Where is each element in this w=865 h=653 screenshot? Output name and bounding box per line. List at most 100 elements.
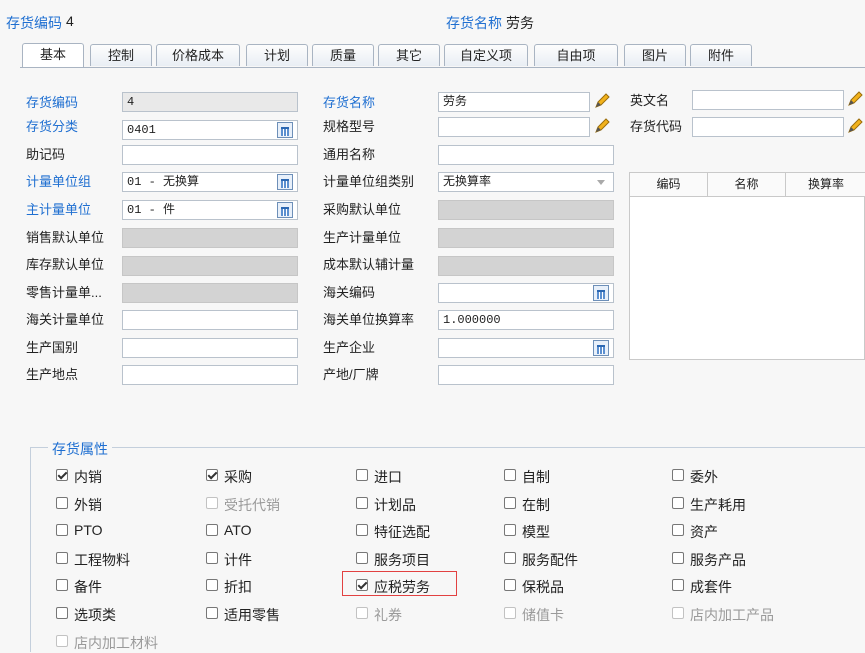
checkbox-label: PTO [74, 522, 103, 538]
checkbox-label: ATO [224, 522, 252, 538]
checkbox-box[interactable] [56, 497, 68, 509]
common-name-field[interactable] [438, 145, 614, 165]
checkbox-box[interactable] [504, 552, 516, 564]
checkbox-label: 在制 [522, 497, 550, 513]
tab-basic[interactable]: 基本 [22, 43, 84, 68]
mnemonic-field[interactable] [122, 145, 298, 165]
inv-name-label: 存货名称 [323, 95, 376, 110]
checkbox-box[interactable] [356, 469, 368, 481]
checkbox-box[interactable] [56, 524, 68, 536]
customs-code-label: 海关编码 [323, 285, 376, 300]
inv-alias-field[interactable] [692, 117, 844, 137]
stock-uom-field [122, 256, 298, 276]
english-name-label: 英文名 [630, 93, 670, 108]
uom-group-type-select[interactable]: 无换算率 [438, 172, 614, 192]
tab-plan[interactable]: 计划 [246, 44, 308, 66]
pencil-icon[interactable] [592, 116, 612, 136]
tab-control[interactable]: 控制 [90, 44, 152, 66]
grid-header-name[interactable]: 名称 [708, 173, 786, 197]
customs-code-ref-icon[interactable] [593, 285, 609, 301]
grid-header-code[interactable]: 编码 [630, 173, 708, 197]
english-name-field[interactable] [692, 90, 844, 110]
origin-country-label: 生产国别 [26, 340, 79, 355]
checkbox-box[interactable] [672, 469, 684, 481]
checkbox-label: 礼券 [374, 607, 402, 623]
customs-rate-field[interactable]: 1.000000 [438, 310, 614, 330]
pencil-icon[interactable] [592, 91, 612, 111]
tab-divider [20, 67, 865, 68]
checkbox-box[interactable] [56, 469, 68, 481]
brand-field[interactable] [438, 365, 614, 385]
prod-uom-field [438, 228, 614, 248]
checkbox-label: 折扣 [224, 579, 252, 595]
checkbox-label: 受托代销 [224, 497, 280, 513]
checkbox-box [356, 607, 368, 619]
checkbox-box[interactable] [356, 552, 368, 564]
tab-image[interactable]: 图片 [624, 44, 686, 66]
spec-field[interactable] [438, 117, 590, 137]
tab-custom-items[interactable]: 自定义项 [444, 44, 528, 66]
customs-rate-label: 海关单位换算率 [323, 312, 415, 327]
header-code-label: 存货编码 [6, 15, 62, 31]
checkbox-box[interactable] [206, 524, 218, 536]
producer-field[interactable] [438, 338, 614, 358]
inv-class-ref-icon[interactable] [277, 122, 293, 138]
checkbox-box[interactable] [206, 579, 218, 591]
checkbox-label: 店内加工材料 [74, 635, 158, 651]
checkbox-label: 成套件 [690, 579, 732, 595]
checkbox-box[interactable] [504, 469, 516, 481]
checkbox-box[interactable] [356, 497, 368, 509]
main-uom-ref-icon[interactable] [277, 202, 293, 218]
checkbox-label: 服务项目 [374, 552, 430, 568]
checkbox-label: 委外 [690, 469, 718, 485]
customs-uom-field[interactable] [122, 310, 298, 330]
checkbox-box[interactable] [672, 524, 684, 536]
inv-name-field[interactable]: 劳务 [438, 92, 590, 112]
inv-code-field[interactable]: 4 [122, 92, 298, 112]
grid-header-rate[interactable]: 换算率 [786, 173, 865, 197]
uom-group-ref-icon[interactable] [277, 174, 293, 190]
checkbox-box[interactable] [504, 497, 516, 509]
checkbox-box[interactable] [56, 607, 68, 619]
group-border [30, 447, 31, 652]
inv-class-field[interactable]: 0401 [122, 120, 298, 140]
inv-code-label: 存货编码 [26, 95, 79, 110]
checkbox-box[interactable] [56, 552, 68, 564]
checkbox-box[interactable] [206, 552, 218, 564]
conversion-grid[interactable]: 编码 名称 换算率 [629, 172, 865, 360]
checkbox-box[interactable] [504, 579, 516, 591]
producer-ref-icon[interactable] [593, 340, 609, 356]
inv-alias-label: 存货代码 [630, 119, 683, 134]
tab-price-cost[interactable]: 价格成本 [156, 44, 240, 66]
tab-quality[interactable]: 质量 [312, 44, 374, 66]
tab-free-items[interactable]: 自由项 [534, 44, 618, 66]
checkbox-box[interactable] [504, 524, 516, 536]
checkbox-label: 备件 [74, 579, 102, 595]
checkbox-box[interactable] [356, 524, 368, 536]
main-uom-field[interactable]: 01 - 件 [122, 200, 298, 220]
checkbox-box[interactable] [206, 469, 218, 481]
customs-code-field[interactable] [438, 283, 614, 303]
uom-group-field[interactable]: 01 - 无换算 [122, 172, 298, 192]
origin-place-label: 生产地点 [26, 367, 79, 382]
prod-uom-label: 生产计量单位 [323, 230, 402, 245]
pencil-icon[interactable] [845, 116, 865, 136]
uom-group-type-label: 计量单位组类别 [323, 174, 415, 189]
origin-country-field[interactable] [122, 338, 298, 358]
header-name-label: 存货名称 [446, 15, 502, 31]
checkbox-box[interactable] [672, 579, 684, 591]
tab-other[interactable]: 其它 [378, 44, 440, 66]
purchase-uom-label: 采购默认单位 [323, 202, 402, 217]
checkbox-box[interactable] [206, 607, 218, 619]
origin-place-field[interactable] [122, 365, 298, 385]
sales-uom-field [122, 228, 298, 248]
retail-uom-label: 零售计量单... [26, 285, 102, 300]
checkbox-label: 生产耗用 [690, 497, 746, 513]
tab-attachment[interactable]: 附件 [690, 44, 752, 66]
checkbox-box[interactable] [56, 579, 68, 591]
checkbox-label: 进口 [374, 469, 402, 485]
chevron-down-icon[interactable] [597, 180, 605, 185]
checkbox-box[interactable] [672, 552, 684, 564]
checkbox-box[interactable] [672, 497, 684, 509]
pencil-icon[interactable] [845, 89, 865, 109]
